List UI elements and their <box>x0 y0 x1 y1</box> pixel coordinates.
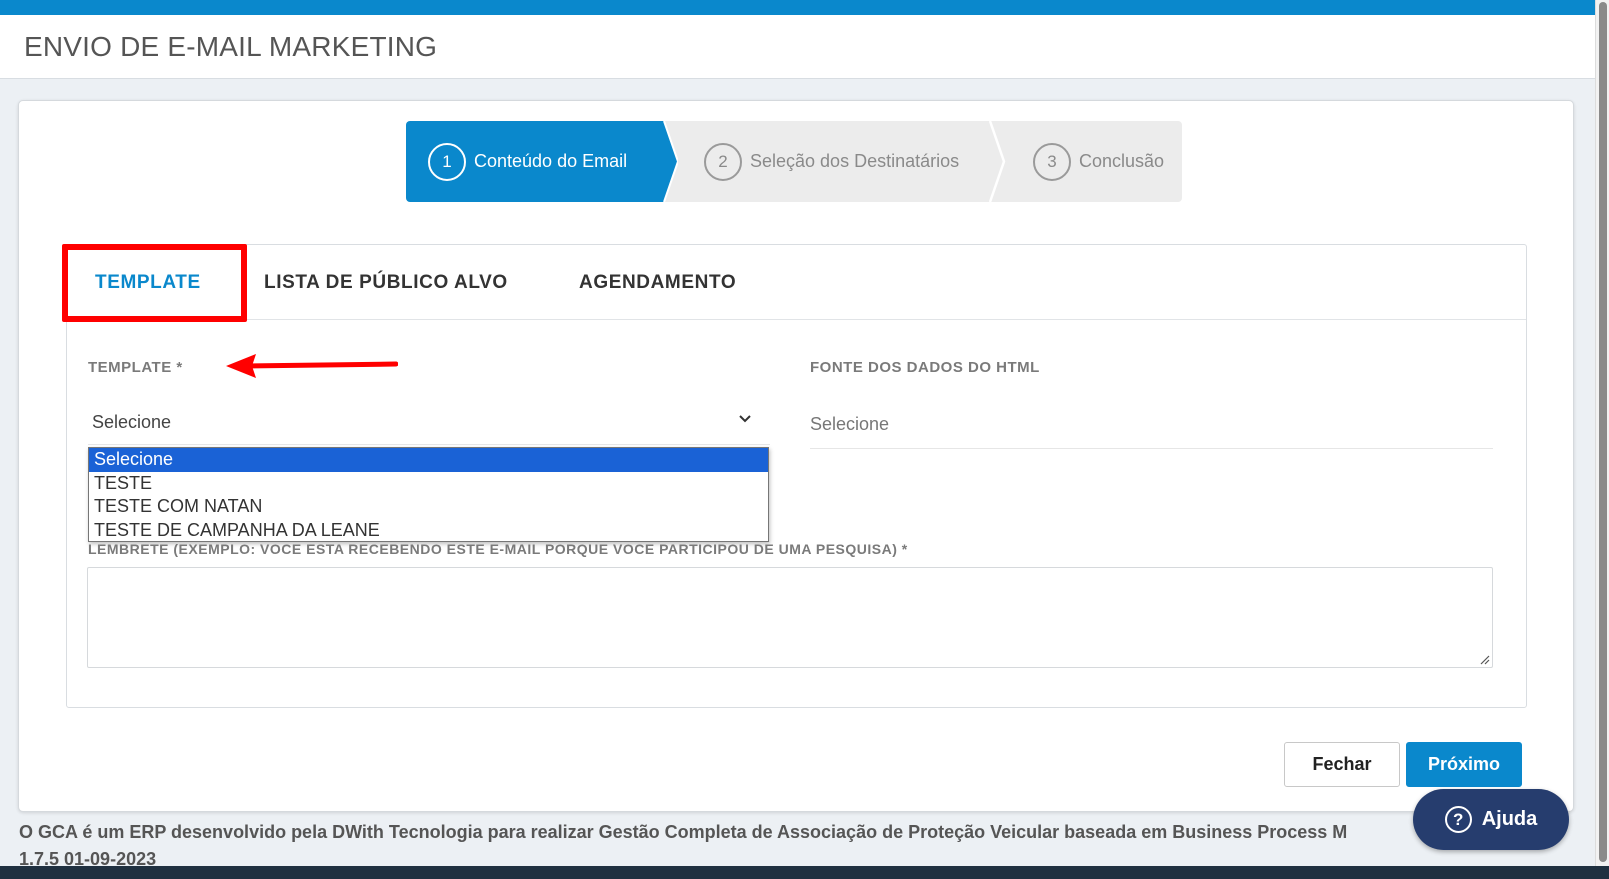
template-select-value: Selecione <box>92 411 172 432</box>
lembrete-label: LEMBRETE (EXEMPLO: VOCE ESTA RECEBENDO E… <box>88 541 908 557</box>
tab-template[interactable]: TEMPLATE <box>95 272 201 294</box>
footer-text: O GCA é um ERP desenvolvido pela DWith T… <box>19 819 1579 873</box>
fechar-button[interactable]: Fechar <box>1284 742 1400 787</box>
window-scrollbar[interactable] <box>1595 0 1609 866</box>
dropdown-option[interactable]: TESTE DE CAMPANHA DA LEANE <box>89 519 768 543</box>
tab-agendamento[interactable]: AGENDAMENTO <box>579 272 736 294</box>
wizard-step-destinatarios[interactable]: 2 Seleção dos Destinatários <box>664 121 993 202</box>
dropdown-option[interactable]: Selecione <box>89 448 768 472</box>
step-separator <box>988 121 1006 202</box>
step-label: Seleção dos Destinatários <box>750 151 960 171</box>
annotation-arrow <box>226 354 398 378</box>
template-dropdown-list: Selecione TESTE TESTE COM NATAN TESTE DE… <box>88 447 769 542</box>
step-separator <box>658 121 678 202</box>
scrollbar-thumb[interactable] <box>1599 2 1607 862</box>
template-label: TEMPLATE * <box>88 359 183 376</box>
question-circle-icon: ? <box>1444 806 1472 833</box>
step-number: 3 <box>1033 142 1071 181</box>
help-button[interactable]: ? Ajuda <box>1413 789 1569 850</box>
help-label: Ajuda <box>1481 808 1538 830</box>
fonte-dados-select[interactable]: Selecione <box>810 400 1493 449</box>
fonte-dados-value: Selecione <box>810 413 890 434</box>
fonte-dados-label: FONTE DOS DADOS DO HTML <box>810 359 1040 376</box>
step-number: 1 <box>428 142 466 181</box>
tab-lista-publico-alvo[interactable]: LISTA DE PÚBLICO ALVO <box>264 272 508 294</box>
lembrete-textarea[interactable] <box>87 567 1493 668</box>
top-accent-bar <box>0 0 1595 15</box>
proximo-button[interactable]: Próximo <box>1406 742 1522 787</box>
step-label: Conteúdo do Email <box>474 151 628 171</box>
step-label: Conclusão <box>1079 151 1165 171</box>
chevron-down-icon <box>739 415 751 423</box>
template-select[interactable]: Selecione <box>88 400 770 445</box>
step-number: 2 <box>704 142 742 181</box>
dropdown-option[interactable]: TESTE <box>89 472 768 496</box>
dropdown-option[interactable]: TESTE COM NATAN <box>89 495 768 519</box>
wizard-step-conclusao[interactable]: 3 Conclusão <box>993 121 1182 202</box>
page-title: ENVIO DE E-MAIL MARKETING <box>24 31 438 62</box>
page-header: ENVIO DE E-MAIL MARKETING <box>0 15 1595 79</box>
os-taskbar <box>0 866 1609 879</box>
tab-bar: TEMPLATE LISTA DE PÚBLICO ALVO AGENDAMEN… <box>67 245 1526 320</box>
footer-line-1: O GCA é um ERP desenvolvido pela DWith T… <box>19 822 1348 842</box>
resize-handle-icon[interactable] <box>1478 653 1490 665</box>
wizard-step-conteudo[interactable]: 1 Conteúdo do Email <box>406 121 664 202</box>
